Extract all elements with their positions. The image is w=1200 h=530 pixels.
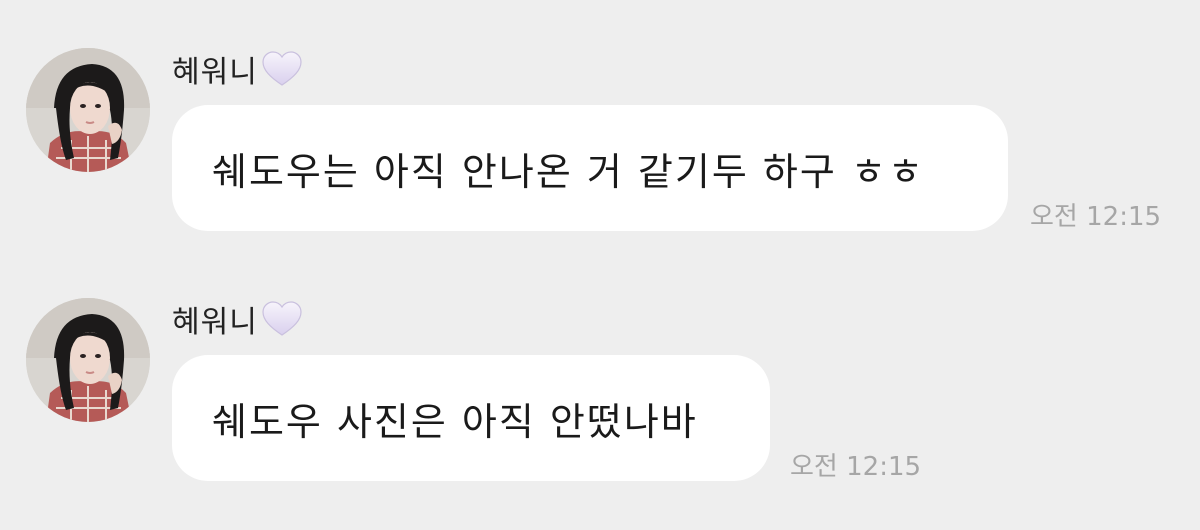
sender-name: 혜워니: [172, 305, 258, 340]
message-timestamp: 오전 12:15: [790, 452, 922, 482]
white-heart-icon: [260, 299, 304, 339]
message-group: 혜워니 쉐도우는 아직 안나온 거 같기두 하구 ㅎㅎ 오전 12:15: [0, 0, 1200, 260]
avatar[interactable]: [26, 48, 150, 172]
message-group: 혜워니 쉐도우 사진은 아직 안떴나바 오전 12:15: [0, 250, 1200, 510]
chat-screen: { "messages": [ { "sender": "혜워니", "send…: [0, 0, 1200, 530]
message-text: 쉐도우 사진은 아직 안떴나바: [212, 399, 698, 444]
white-heart-icon: [260, 49, 304, 89]
sender-label: 혜워니: [172, 294, 304, 344]
sender-label: 혜워니: [172, 44, 304, 94]
message-bubble[interactable]: 쉐도우는 아직 안나온 거 같기두 하구 ㅎㅎ: [172, 105, 1008, 231]
message-bubble[interactable]: 쉐도우 사진은 아직 안떴나바: [172, 355, 770, 481]
profile-photo: [26, 298, 150, 422]
profile-photo: [26, 48, 150, 172]
message-timestamp: 오전 12:15: [1030, 202, 1162, 232]
message-text: 쉐도우는 아직 안나온 거 같기두 하구 ㅎㅎ: [212, 149, 925, 194]
avatar[interactable]: [26, 298, 150, 422]
sender-name: 혜워니: [172, 55, 258, 90]
